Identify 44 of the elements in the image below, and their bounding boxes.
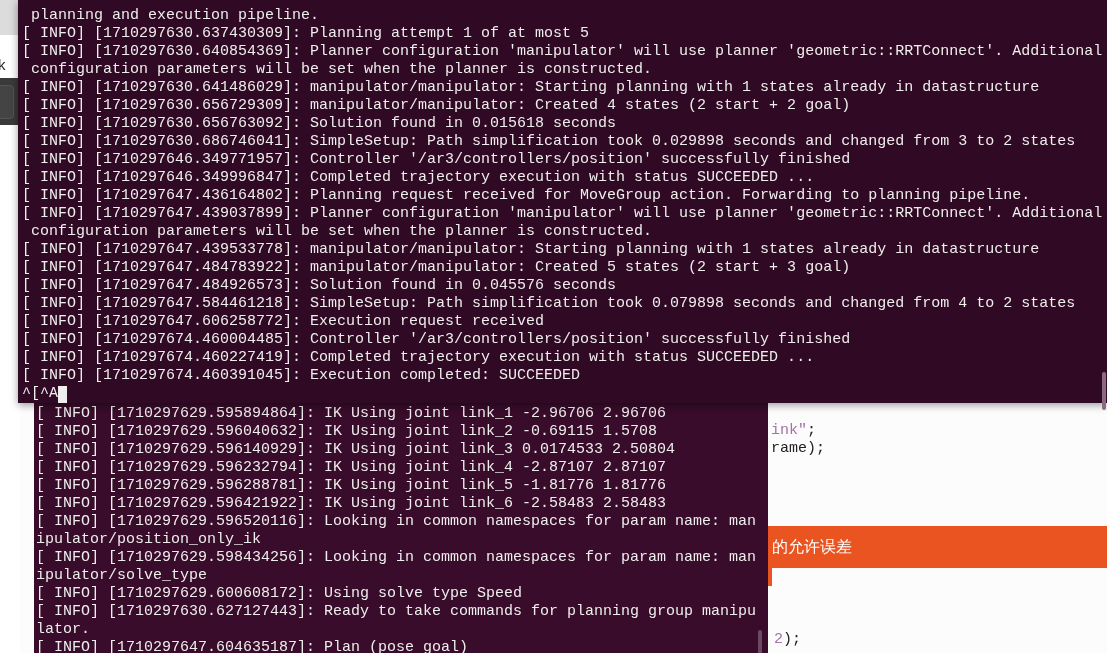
terminal-line: [ INFO] [1710297647.436164802]: Planning request received for MoveGroup action. Forwarding to planning pipeline.	[22, 187, 1032, 205]
cursor-block	[58, 385, 67, 403]
code-line: ink";	[771, 422, 818, 440]
code-line: rame);	[771, 440, 826, 458]
terminal-line: [ INFO] [1710297629.598434256]: Looking in common namespaces for param name: man	[36, 549, 757, 567]
terminal-line: [ INFO] [1710297629.596288781]: IK Using joint link_5 -1.81776 1.81776	[36, 477, 667, 495]
code-line: 2);	[774, 631, 803, 649]
terminal-line: [ INFO] [1710297629.596421922]: IK Using joint link_6 -2.58483 2.58483	[36, 495, 667, 513]
terminal-line: [ INFO] [1710297674.460227419]: Completed trajectory execution with status SUCCEEDED ...	[22, 349, 816, 367]
terminal-line: [ INFO] [1710297647.606258772]: Execution request received	[22, 313, 546, 331]
terminal-prompt: ^[^A	[22, 385, 58, 403]
terminal-line: [ INFO] [1710297629.596232794]: IK Using joint link_4 -2.87107 2.87107	[36, 459, 667, 477]
terminal-line: [ INFO] [1710297646.349996847]: Completed trajectory execution with status SUCCEEDED ...	[22, 169, 816, 187]
scrollbar[interactable]	[758, 630, 762, 653]
terminal-line: [ INFO] [1710297630.686746041]: SimpleSetup: Path simplification took 0.029898 seconds and changed from 3 to 2 states	[22, 133, 1077, 151]
terminal-line: [ INFO] [1710297629.596140929]: IK Using joint link_3 0.0174533 2.50804	[36, 441, 676, 459]
terminal-line: [ INFO] [1710297630.637430309]: Planning attempt 1 of at most 5	[22, 25, 591, 43]
terminal-line: planning and execution pipeline.	[30, 7, 321, 25]
terminal-line: [ INFO] [1710297647.439037899]: Planner configuration 'manipulator' will use planner 'geometric::RRTConnect'. Additional	[22, 205, 1104, 223]
terminal-line: [ INFO] [1710297647.439533778]: manipulator/manipulator: Starting planning with 1 states already in datastructure	[22, 241, 1041, 259]
terminal-line: [ INFO] [1710297630.656763092]: Solution found in 0.015618 seconds	[22, 115, 618, 133]
terminal-line: ipulator/position_only_ik	[36, 531, 262, 549]
terminal-line: [ INFO] [1710297630.641486029]: manipulator/manipulator: Starting planning with 1 states already in datastructure	[22, 79, 1041, 97]
terminal-line: [ INFO] [1710297630.640854369]: Planner configuration 'manipulator' will use planner 'geometric::RRTConnect'. Additional	[22, 43, 1104, 61]
terminal-line: [ INFO] [1710297647.484783922]: manipulator/manipulator: Created 5 states (2 start + 3 goal)	[22, 259, 852, 277]
terminal-line: [ INFO] [1710297630.656729309]: manipulator/manipulator: Created 4 states (2 start + 2 goal)	[22, 97, 852, 115]
terminal-line: [ INFO] [1710297629.600608172]: Using solve type Speed	[36, 585, 523, 603]
terminal-line: ipulator/solve_type	[36, 567, 208, 585]
terminal-line: configuration parameters will be set when the planner is constructed.	[30, 61, 654, 79]
banner-text: 的允许误差	[772, 536, 852, 558]
terminal-line: [ INFO] [1710297630.627127443]: Ready to take commands for planning group manipu	[36, 603, 757, 621]
terminal-line: [ INFO] [1710297646.349771957]: Controller '/ar3/controllers/position' successfully finished	[22, 151, 852, 169]
terminal-line: [ INFO] [1710297629.596520116]: Looking in common namespaces for param name: man	[36, 513, 757, 531]
terminal-line: lator.	[36, 621, 90, 639]
toolbar-button[interactable]	[0, 84, 14, 119]
terminal-line: [ INFO] [1710297629.596040632]: IK Using joint link_2 -0.69115 1.5708	[36, 423, 658, 441]
terminal-line: [ INFO] [1710297674.460391045]: Execution completed: SUCCEEDED	[22, 367, 582, 385]
terminal-line: [ INFO] [1710297647.484926573]: Solution found in 0.045576 seconds	[22, 277, 618, 295]
terminal-line: [ INFO] [1710297629.595894864]: IK Using joint link_1 -2.96706 2.96706	[36, 405, 667, 423]
terminal-line: [ INFO] [1710297647.584461218]: SimpleSetup: Path simplification took 0.079898 seconds and changed from 4 to 2 states	[22, 295, 1077, 313]
scrollbar[interactable]	[1102, 372, 1106, 410]
title-bar	[0, 0, 20, 35]
terminal-line: [ INFO] [1710297674.460004485]: Controller '/ar3/controllers/position' successfully finished	[22, 331, 852, 349]
terminal-line: configuration parameters will be set when the planner is constructed.	[30, 223, 654, 241]
